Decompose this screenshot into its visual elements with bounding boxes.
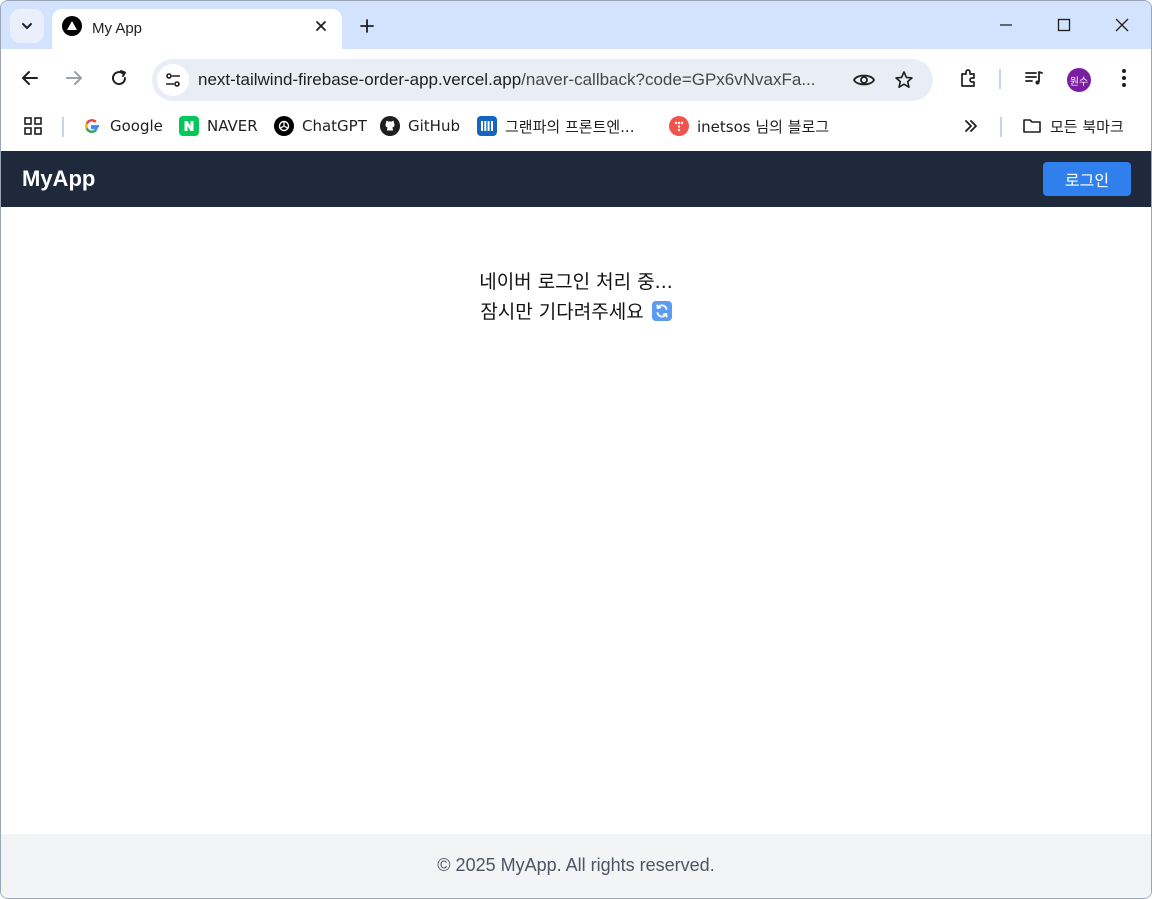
profile-avatar[interactable]: 원수 <box>1067 68 1091 92</box>
bookmark-label: NAVER <box>207 117 258 135</box>
status-line-wait: 잠시만 기다려주세요 <box>1 297 1151 327</box>
app-header: MyApp 로그인 <box>1 151 1151 207</box>
blog-w-icon <box>477 116 497 136</box>
back-button[interactable] <box>15 63 45 93</box>
folder-icon <box>1022 116 1042 136</box>
tab-title: My App <box>92 20 143 37</box>
web-page: MyApp 로그인 네이버 로그인 처리 중... 잠시만 기다려주세요 © 2… <box>1 151 1151 898</box>
github-icon <box>380 116 400 136</box>
window-controls <box>977 1 1151 49</box>
arrow-right-icon <box>66 71 82 85</box>
chevron-down-icon <box>22 23 32 30</box>
maximize-icon <box>1057 18 1071 32</box>
browser-toolbar: next-tailwind-firebase-order-app.vercel.… <box>1 49 1151 105</box>
login-status: 네이버 로그인 처리 중... 잠시만 기다려주세요 <box>1 267 1151 327</box>
arrow-left-icon <box>22 71 38 85</box>
close-icon <box>316 21 326 31</box>
bookmark-github[interactable]: GitHub <box>380 115 460 137</box>
plus-icon <box>360 19 374 33</box>
all-bookmarks-button[interactable]: 모든 북마크 <box>1022 115 1124 137</box>
media-control-button[interactable] <box>1019 63 1049 93</box>
toolbar-divider <box>999 69 1001 89</box>
bookmark-label: Google <box>110 117 163 135</box>
bookmark-naver[interactable]: NAVER <box>179 115 258 137</box>
site-info-button[interactable] <box>157 64 189 96</box>
tab-my-app[interactable]: My App <box>52 9 342 50</box>
close-tab-button[interactable] <box>310 15 332 37</box>
naver-icon <box>179 116 199 136</box>
url-host: next-tailwind-firebase-order-app.vercel.… <box>198 70 522 89</box>
tab-search-button[interactable] <box>10 9 44 43</box>
minimize-button[interactable] <box>977 1 1035 49</box>
menu-button[interactable] <box>1109 63 1139 93</box>
login-button[interactable]: 로그인 <box>1043 162 1131 196</box>
close-window-button[interactable] <box>1093 1 1151 49</box>
forward-button[interactable] <box>59 63 89 93</box>
double-chevron-right-icon <box>965 120 977 132</box>
new-tab-button[interactable] <box>353 12 381 40</box>
apps-button[interactable] <box>23 115 43 137</box>
bookmark-label: GitHub <box>408 117 460 135</box>
reload-button[interactable] <box>104 63 134 93</box>
bookmark-grandpa-frontend[interactable]: 그랜파의 프론트엔... <box>477 115 634 137</box>
status-line-processing: 네이버 로그인 처리 중... <box>479 271 673 293</box>
eye-button[interactable] <box>850 66 878 94</box>
url-path: /naver-callback?code=GPx6vNvaxFa... <box>521 70 816 89</box>
bookmarks-divider <box>1000 117 1002 137</box>
more-bookmarks-button[interactable] <box>963 115 979 137</box>
app-footer: © 2025 MyApp. All rights reserved. <box>1 834 1151 898</box>
bookmark-star-button[interactable] <box>890 66 918 94</box>
brand-logo[interactable]: MyApp <box>22 166 95 192</box>
eye-icon <box>853 74 875 86</box>
reload-icon <box>112 70 127 86</box>
status-wait-text: 잠시만 기다려주세요 <box>480 301 644 323</box>
minimize-icon <box>1000 24 1012 26</box>
close-icon <box>1115 18 1129 32</box>
url-text[interactable]: next-tailwind-firebase-order-app.vercel.… <box>198 70 838 90</box>
copyright-text: © 2025 MyApp. All rights reserved. <box>437 855 715 875</box>
bookmark-google[interactable]: Google <box>82 115 163 137</box>
tistory-icon <box>669 116 689 136</box>
refresh-emoji-icon <box>651 301 672 321</box>
triangle-logo-icon <box>62 16 82 36</box>
all-bookmarks-label: 모든 북마크 <box>1050 117 1124 136</box>
bookmark-inetsos-blog[interactable]: inetsos 님의 블로그 <box>669 115 829 137</box>
tab-strip: My App <box>1 1 1151 50</box>
bookmark-label: ChatGPT <box>302 117 367 135</box>
address-bar[interactable]: next-tailwind-firebase-order-app.vercel.… <box>152 59 933 101</box>
more-vertical-icon <box>1122 69 1126 87</box>
bookmark-chatgpt[interactable]: ChatGPT <box>274 115 367 137</box>
queue-music-icon <box>1025 71 1043 85</box>
star-icon <box>895 71 913 88</box>
browser-window: My App next-tailwind-firebase-order-app.… <box>0 0 1152 899</box>
chatgpt-icon <box>274 116 294 136</box>
tune-icon <box>166 73 180 87</box>
bookmarks-bar: Google NAVER ChatGPT GitHub 그랜파의 프론트엔... <box>1 105 1151 151</box>
puzzle-icon <box>961 69 975 87</box>
extensions-button[interactable] <box>953 63 983 93</box>
maximize-button[interactable] <box>1035 1 1093 49</box>
bookmark-label: 그랜파의 프론트엔... <box>505 117 635 136</box>
apps-grid-icon <box>24 117 42 135</box>
bookmarks-divider <box>62 117 64 137</box>
google-icon <box>82 116 102 136</box>
bookmark-label: inetsos 님의 블로그 <box>697 117 830 136</box>
